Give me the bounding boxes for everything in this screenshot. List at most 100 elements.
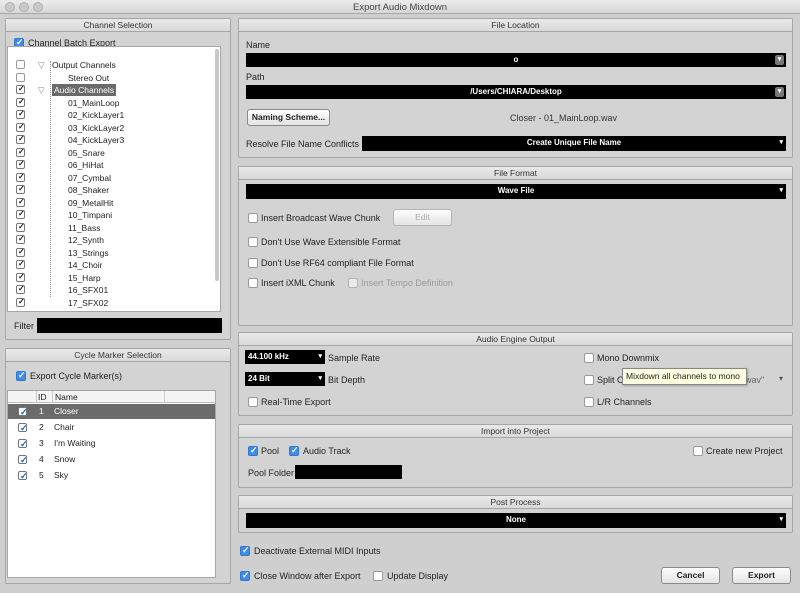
tree-row-label: 09_MetalHit [68,197,114,208]
tree-row-checkbox[interactable] [16,184,25,194]
sample-rate-dropdown[interactable]: 44.100 kHz ▾ [245,350,325,364]
tree-row[interactable]: ▽ Audio Channels [8,84,208,97]
lr-channels-checkbox[interactable] [584,397,594,407]
tree-row-checkbox[interactable] [16,284,25,294]
sample-rate-value: 44.100 kHz [248,352,289,361]
tree-row-checkbox[interactable] [16,272,25,282]
mono-downmix-checkbox[interactable] [584,353,594,363]
chevron-down-icon: ▾ [779,139,783,146]
audio-track-checkbox[interactable] [289,445,299,456]
realtime-export-checkbox[interactable] [248,397,258,407]
tree-row[interactable]: 14_Choir [8,259,208,272]
resolve-conflicts-dropdown[interactable]: Create Unique File Name ▾ [362,136,786,151]
tree-row-checkbox[interactable] [16,122,25,132]
naming-scheme-button[interactable]: Naming Scheme... [247,109,330,126]
tree-row-label: Audio Channels [52,84,117,96]
marker-id: 5 [39,470,44,480]
marker-row[interactable]: 5 Sky [8,468,215,484]
create-new-project-checkbox[interactable] [693,446,703,456]
marker-checkbox[interactable] [18,453,28,468]
tree-row[interactable]: 04_KickLayer3 [8,134,208,147]
tree-row[interactable]: 07_Cymbal [8,172,208,185]
post-process-dropdown[interactable]: None ▾ [246,513,786,528]
tree-row-checkbox[interactable] [16,60,25,69]
marker-checkbox[interactable] [18,421,28,436]
tree-row[interactable]: ▽ Output Channels [8,59,208,72]
tree-row[interactable]: 05_Snare [8,147,208,160]
tree-row-checkbox[interactable] [16,97,25,107]
bit-depth-dropdown[interactable]: 24 Bit ▾ [245,372,325,386]
tree-row-label: 13_Strings [68,247,109,258]
tree-row-checkbox[interactable] [16,109,25,119]
marker-checkbox[interactable] [18,437,28,452]
tree-row-label: 05_Snare [68,147,105,158]
edit-button[interactable]: Edit [393,209,452,226]
rf64-checkbox[interactable] [248,258,258,268]
tree-row[interactable]: 13_Strings [8,247,208,260]
tempo-definition-checkbox[interactable] [348,278,358,288]
marker-checkbox[interactable] [18,405,28,420]
marker-row[interactable]: 1 Closer [8,404,215,420]
tree-row[interactable]: 16_SFX01 [8,284,208,297]
tree-row-checkbox[interactable] [16,159,25,169]
marker-name: I'm Waiting [54,438,96,448]
tree-row-checkbox[interactable] [16,134,25,144]
cancel-button[interactable]: Cancel [661,567,720,584]
tree-row-checkbox[interactable] [16,259,25,269]
path-history-dropdown-icon[interactable]: ▾ [775,87,784,97]
tree-row[interactable]: 12_Synth [8,234,208,247]
tree-row[interactable]: 03_KickLayer2 [8,122,208,135]
split-channels-checkbox[interactable] [584,375,594,385]
expand-triangle-icon[interactable]: ▽ [38,84,45,96]
tree-row-checkbox[interactable] [16,197,25,207]
column-id[interactable]: ID [38,392,47,402]
tree-row-checkbox[interactable] [16,172,25,182]
path-field[interactable]: /Users/CHIARA/Desktop ▾ [246,85,786,99]
tree-row[interactable]: 01_MainLoop [8,97,208,110]
name-history-dropdown-icon[interactable]: ▾ [775,55,784,65]
tree-row[interactable]: 11_Bass [8,222,208,235]
tree-row[interactable]: 15_Harp [8,272,208,285]
marker-row[interactable]: 4 Snow [8,452,215,468]
tree-row[interactable]: 09_MetalHit [8,197,208,210]
tree-row-label: 14_Choir [68,260,103,270]
tree-row-checkbox[interactable] [16,222,25,232]
tree-row-checkbox[interactable] [16,247,25,257]
deactivate-midi-checkbox[interactable] [240,545,250,556]
tree-row[interactable]: 17_SFX02 [8,297,208,310]
tree-row-checkbox[interactable] [16,84,25,94]
update-display-checkbox[interactable] [373,571,383,581]
wave-extensible-label: Don't Use Wave Extensible Format [261,237,401,247]
tree-row-checkbox[interactable] [16,72,25,82]
filter-input[interactable] [37,318,222,333]
tree-row-checkbox[interactable] [16,297,25,307]
pool-checkbox[interactable] [248,445,258,456]
ixml-chunk-checkbox[interactable] [248,278,258,288]
column-name[interactable]: Name [55,392,78,402]
wave-extensible-checkbox[interactable] [248,237,258,247]
export-button[interactable]: Export [732,567,791,584]
tree-row-checkbox[interactable] [16,147,25,157]
marker-row[interactable]: 3 I'm Waiting [8,436,215,452]
expand-triangle-icon[interactable]: ▽ [38,59,45,71]
file-format-dropdown[interactable]: Wave File ▾ [246,184,786,199]
marker-checkbox[interactable] [18,469,28,484]
tree-row-checkbox[interactable] [16,209,25,219]
marker-list: ID Name 1 Closer 2 Chair 3 I'm Waiting 4 Snow 5S… [7,390,216,578]
chevron-down-icon[interactable]: ▾ [779,374,783,383]
close-window-after-export-checkbox[interactable] [240,570,250,581]
marker-name: Snow [54,454,76,464]
tree-row[interactable]: 02_KickLayer1 [8,109,208,122]
tree-row-label: Output Channels [52,60,116,70]
marker-row[interactable]: 2 Chair [8,420,215,436]
tree-row[interactable]: Stereo Out [8,72,208,85]
tree-row-checkbox[interactable] [16,234,25,244]
export-cycle-markers-checkbox[interactable] [16,370,26,381]
tree-row[interactable]: 10_Timpani [8,209,208,222]
tree-scrollbar[interactable] [215,49,219,281]
tree-row[interactable]: 08_Shaker [8,184,208,197]
name-field[interactable]: o ▾ [246,53,786,67]
tree-row[interactable]: 06_HiHat [8,159,208,172]
broadcast-wave-checkbox[interactable] [248,213,258,223]
pool-folder-field[interactable] [295,465,402,479]
